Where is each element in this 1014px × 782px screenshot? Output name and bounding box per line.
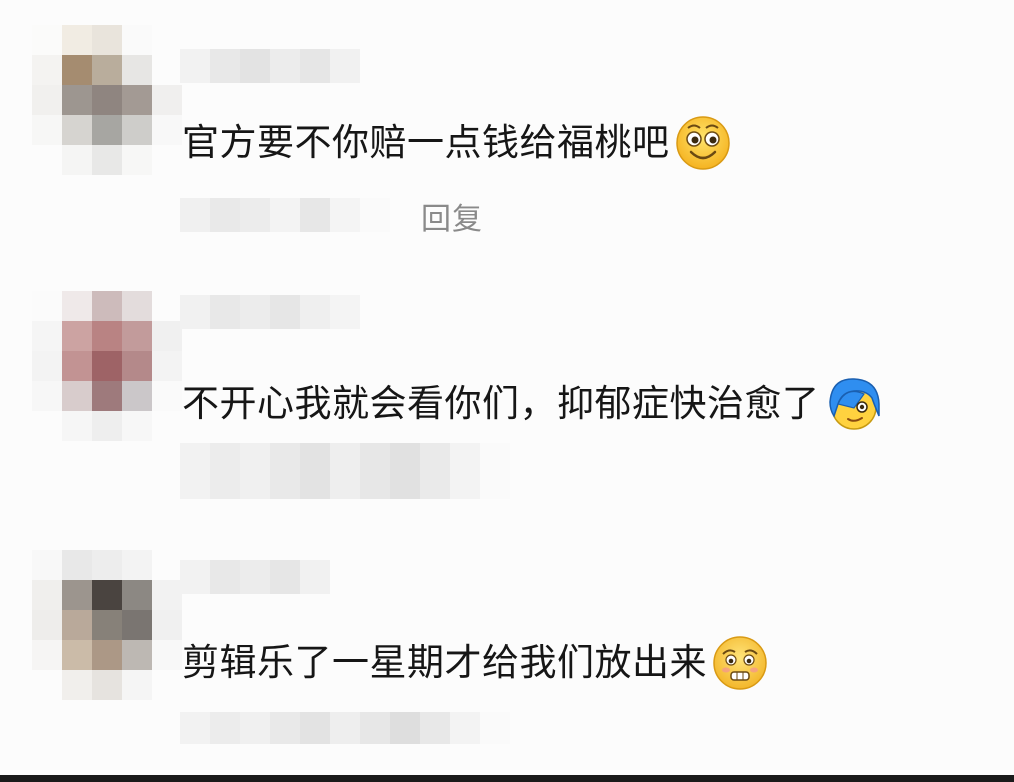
- username-placeholder: [180, 49, 360, 83]
- comment-list: 官方要不你赔一点钱给福桃吧 回复 不开心我就会看你们，抑郁症快治愈了 剪辑乐了一…: [0, 0, 1014, 782]
- reply-button[interactable]: 回复: [421, 194, 483, 238]
- grinning-face-icon: [675, 116, 730, 170]
- avatar[interactable]: [32, 550, 182, 700]
- comment-text: 剪辑乐了一星期才给我们放出来: [182, 634, 769, 692]
- username-placeholder: [180, 295, 360, 329]
- username-placeholder: [180, 560, 330, 594]
- avatar[interactable]: [32, 25, 182, 175]
- comment-body: 剪辑乐了一星期才给我们放出来: [182, 641, 707, 684]
- comment-body: 不开心我就会看你们，抑郁症快治愈了: [182, 382, 820, 425]
- comment-body: 官方要不你赔一点钱给福桃吧: [182, 121, 670, 164]
- timestamp-placeholder: [180, 712, 510, 744]
- bottom-divider: [0, 775, 1014, 782]
- comment-text: 不开心我就会看你们，抑郁症快治愈了: [182, 374, 884, 434]
- avatar[interactable]: [32, 291, 182, 441]
- pleading-face-icon: [713, 636, 767, 690]
- blue-hair-face-icon: [828, 378, 880, 430]
- timestamp-placeholder: [180, 198, 390, 232]
- timestamp-placeholder: [180, 443, 510, 499]
- comment-text: 官方要不你赔一点钱给福桃吧: [182, 114, 732, 172]
